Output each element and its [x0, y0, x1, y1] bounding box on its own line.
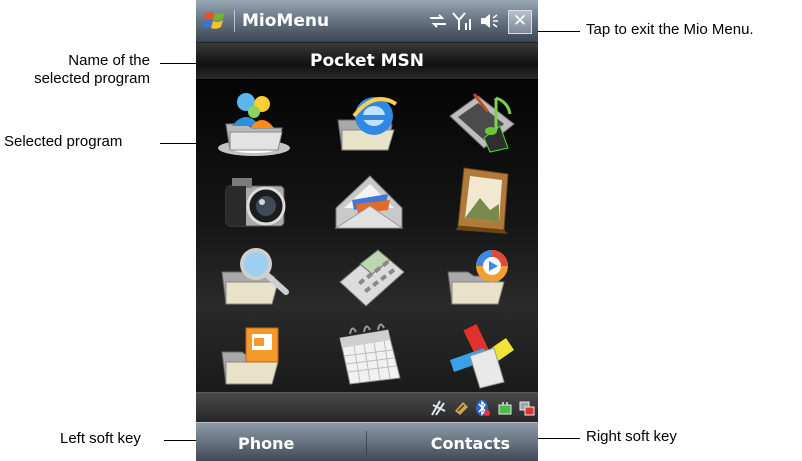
program-pictures[interactable] — [424, 158, 538, 236]
program-calendar[interactable] — [310, 314, 424, 392]
program-internet-explorer[interactable] — [310, 80, 424, 158]
settings-tools-icon — [450, 323, 514, 389]
program-grid — [196, 80, 538, 392]
soft-key-bar: Phone Contacts — [196, 422, 538, 461]
program-calculator[interactable] — [310, 236, 424, 314]
callout-name-line2: selected program — [34, 70, 150, 87]
program-media-tablet[interactable] — [424, 80, 538, 158]
program-office-folder[interactable] — [196, 314, 310, 392]
windows-start-icon[interactable] — [202, 8, 228, 34]
callout-selected-program: Selected program — [4, 133, 123, 150]
bluetooth-icon[interactable] — [474, 399, 492, 417]
internet-explorer-icon — [337, 97, 398, 151]
file-explorer-icon — [221, 248, 289, 305]
title-separator — [234, 10, 235, 32]
signal-icon[interactable] — [452, 11, 474, 31]
device-screen: MioMenu ✕ Pocket MSN Phone Contacts — [196, 0, 538, 461]
callout-name-line1: Name of the — [68, 52, 150, 69]
callout-name-of-program: Name of the selected program — [10, 52, 150, 88]
calculator-icon — [339, 249, 405, 307]
notification-tray — [196, 392, 538, 423]
program-settings-tools[interactable] — [424, 314, 538, 392]
camera-icon — [225, 178, 286, 227]
right-soft-key[interactable]: Contacts — [431, 434, 510, 453]
office-folder-icon — [221, 327, 279, 385]
app-title: MioMenu — [242, 11, 330, 31]
left-soft-key[interactable]: Phone — [238, 434, 294, 453]
program-name-bar: Pocket MSN — [196, 43, 538, 80]
callout-right-soft-key: Right soft key — [586, 428, 677, 445]
pocket-msn-icon — [218, 93, 290, 156]
volume-icon[interactable] — [478, 11, 500, 31]
program-messaging[interactable] — [310, 158, 424, 236]
program-pocket-msn[interactable] — [196, 80, 310, 158]
wireless-manager-icon[interactable] — [430, 399, 448, 417]
program-file-explorer[interactable] — [196, 236, 310, 314]
program-media-folder[interactable] — [424, 236, 538, 314]
media-folder-icon — [447, 250, 508, 305]
selected-program-name: Pocket MSN — [309, 51, 425, 71]
callout-tap-to-exit: Tap to exit the Mio Menu. — [586, 21, 754, 38]
callout-left-soft-key: Left soft key — [60, 430, 141, 447]
close-button[interactable]: ✕ — [508, 10, 532, 34]
battery-icon[interactable] — [496, 399, 514, 417]
pictures-icon — [456, 167, 509, 234]
connectivity-icon[interactable] — [428, 11, 448, 31]
messaging-icon — [334, 175, 404, 229]
title-bar: MioMenu ✕ — [196, 0, 538, 43]
calendar-icon — [339, 323, 401, 385]
soft-key-separator — [366, 431, 367, 455]
storage-card-icon[interactable] — [452, 399, 470, 417]
program-camera[interactable] — [196, 158, 310, 236]
connection-icon[interactable] — [518, 399, 536, 417]
media-tablet-icon — [449, 93, 515, 153]
